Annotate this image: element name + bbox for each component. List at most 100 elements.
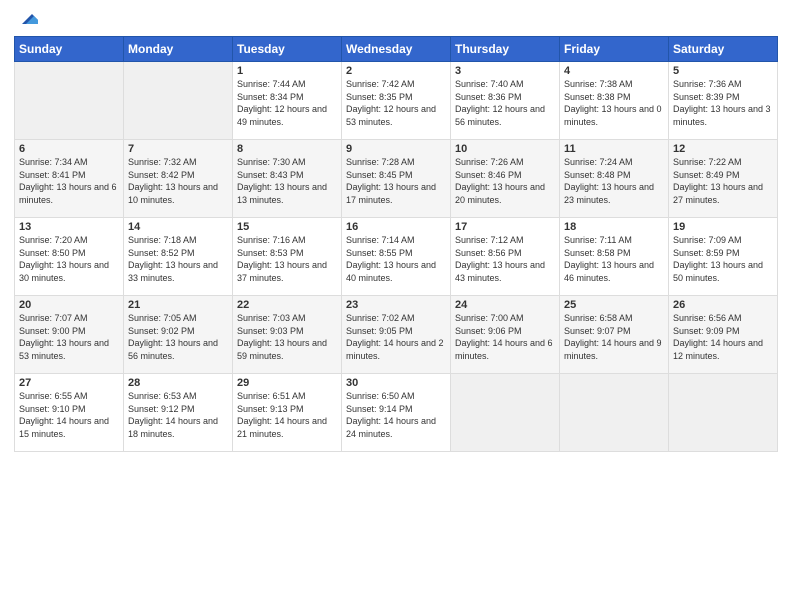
day-info: Sunrise: 7:07 AMSunset: 9:00 PMDaylight:… xyxy=(19,312,119,362)
day-number: 22 xyxy=(237,299,337,311)
day-info: Sunrise: 7:11 AMSunset: 8:58 PMDaylight:… xyxy=(564,234,664,284)
day-cell: 10Sunrise: 7:26 AMSunset: 8:46 PMDayligh… xyxy=(451,140,560,218)
day-info: Sunrise: 7:20 AMSunset: 8:50 PMDaylight:… xyxy=(19,234,119,284)
day-info: Sunrise: 7:12 AMSunset: 8:56 PMDaylight:… xyxy=(455,234,555,284)
day-number: 21 xyxy=(128,299,228,311)
day-info: Sunrise: 7:32 AMSunset: 8:42 PMDaylight:… xyxy=(128,156,228,206)
day-cell: 8Sunrise: 7:30 AMSunset: 8:43 PMDaylight… xyxy=(233,140,342,218)
day-info: Sunrise: 6:53 AMSunset: 9:12 PMDaylight:… xyxy=(128,390,228,440)
day-info: Sunrise: 7:26 AMSunset: 8:46 PMDaylight:… xyxy=(455,156,555,206)
day-cell: 24Sunrise: 7:00 AMSunset: 9:06 PMDayligh… xyxy=(451,296,560,374)
day-info: Sunrise: 7:36 AMSunset: 8:39 PMDaylight:… xyxy=(673,78,773,128)
day-info: Sunrise: 7:00 AMSunset: 9:06 PMDaylight:… xyxy=(455,312,555,362)
day-number: 10 xyxy=(455,143,555,155)
day-number: 17 xyxy=(455,221,555,233)
day-cell: 28Sunrise: 6:53 AMSunset: 9:12 PMDayligh… xyxy=(124,374,233,452)
day-number: 3 xyxy=(455,65,555,77)
weekday-header-friday: Friday xyxy=(560,37,669,62)
day-cell: 19Sunrise: 7:09 AMSunset: 8:59 PMDayligh… xyxy=(669,218,778,296)
weekday-header-thursday: Thursday xyxy=(451,37,560,62)
day-cell: 3Sunrise: 7:40 AMSunset: 8:36 PMDaylight… xyxy=(451,62,560,140)
day-cell xyxy=(560,374,669,452)
day-number: 5 xyxy=(673,65,773,77)
day-number: 6 xyxy=(19,143,119,155)
weekday-header-monday: Monday xyxy=(124,37,233,62)
page-header xyxy=(14,10,778,28)
day-info: Sunrise: 7:18 AMSunset: 8:52 PMDaylight:… xyxy=(128,234,228,284)
day-number: 9 xyxy=(346,143,446,155)
day-number: 29 xyxy=(237,377,337,389)
day-info: Sunrise: 7:28 AMSunset: 8:45 PMDaylight:… xyxy=(346,156,446,206)
day-info: Sunrise: 7:24 AMSunset: 8:48 PMDaylight:… xyxy=(564,156,664,206)
day-cell: 4Sunrise: 7:38 AMSunset: 8:38 PMDaylight… xyxy=(560,62,669,140)
day-cell xyxy=(15,62,124,140)
day-cell: 5Sunrise: 7:36 AMSunset: 8:39 PMDaylight… xyxy=(669,62,778,140)
day-cell: 1Sunrise: 7:44 AMSunset: 8:34 PMDaylight… xyxy=(233,62,342,140)
day-cell: 9Sunrise: 7:28 AMSunset: 8:45 PMDaylight… xyxy=(342,140,451,218)
day-number: 12 xyxy=(673,143,773,155)
week-row-2: 6Sunrise: 7:34 AMSunset: 8:41 PMDaylight… xyxy=(15,140,778,218)
day-cell: 17Sunrise: 7:12 AMSunset: 8:56 PMDayligh… xyxy=(451,218,560,296)
day-number: 1 xyxy=(237,65,337,77)
day-number: 24 xyxy=(455,299,555,311)
day-cell: 7Sunrise: 7:32 AMSunset: 8:42 PMDaylight… xyxy=(124,140,233,218)
weekday-header-sunday: Sunday xyxy=(15,37,124,62)
week-row-5: 27Sunrise: 6:55 AMSunset: 9:10 PMDayligh… xyxy=(15,374,778,452)
day-cell: 15Sunrise: 7:16 AMSunset: 8:53 PMDayligh… xyxy=(233,218,342,296)
day-info: Sunrise: 7:42 AMSunset: 8:35 PMDaylight:… xyxy=(346,78,446,128)
day-cell xyxy=(451,374,560,452)
day-number: 30 xyxy=(346,377,446,389)
day-cell: 12Sunrise: 7:22 AMSunset: 8:49 PMDayligh… xyxy=(669,140,778,218)
day-number: 16 xyxy=(346,221,446,233)
day-cell: 6Sunrise: 7:34 AMSunset: 8:41 PMDaylight… xyxy=(15,140,124,218)
day-cell xyxy=(124,62,233,140)
day-number: 11 xyxy=(564,143,664,155)
day-number: 23 xyxy=(346,299,446,311)
day-cell xyxy=(669,374,778,452)
day-number: 18 xyxy=(564,221,664,233)
day-number: 14 xyxy=(128,221,228,233)
day-number: 13 xyxy=(19,221,119,233)
day-info: Sunrise: 7:30 AMSunset: 8:43 PMDaylight:… xyxy=(237,156,337,206)
day-cell: 2Sunrise: 7:42 AMSunset: 8:35 PMDaylight… xyxy=(342,62,451,140)
day-cell: 11Sunrise: 7:24 AMSunset: 8:48 PMDayligh… xyxy=(560,140,669,218)
day-cell: 13Sunrise: 7:20 AMSunset: 8:50 PMDayligh… xyxy=(15,218,124,296)
day-number: 7 xyxy=(128,143,228,155)
day-cell: 27Sunrise: 6:55 AMSunset: 9:10 PMDayligh… xyxy=(15,374,124,452)
day-number: 20 xyxy=(19,299,119,311)
day-info: Sunrise: 7:34 AMSunset: 8:41 PMDaylight:… xyxy=(19,156,119,206)
day-cell: 23Sunrise: 7:02 AMSunset: 9:05 PMDayligh… xyxy=(342,296,451,374)
day-number: 26 xyxy=(673,299,773,311)
day-cell: 26Sunrise: 6:56 AMSunset: 9:09 PMDayligh… xyxy=(669,296,778,374)
day-number: 25 xyxy=(564,299,664,311)
day-info: Sunrise: 6:50 AMSunset: 9:14 PMDaylight:… xyxy=(346,390,446,440)
day-info: Sunrise: 7:03 AMSunset: 9:03 PMDaylight:… xyxy=(237,312,337,362)
weekday-header-wednesday: Wednesday xyxy=(342,37,451,62)
day-cell: 21Sunrise: 7:05 AMSunset: 9:02 PMDayligh… xyxy=(124,296,233,374)
logo xyxy=(14,10,38,28)
day-cell: 29Sunrise: 6:51 AMSunset: 9:13 PMDayligh… xyxy=(233,374,342,452)
day-info: Sunrise: 7:14 AMSunset: 8:55 PMDaylight:… xyxy=(346,234,446,284)
day-info: Sunrise: 7:40 AMSunset: 8:36 PMDaylight:… xyxy=(455,78,555,128)
day-cell: 20Sunrise: 7:07 AMSunset: 9:00 PMDayligh… xyxy=(15,296,124,374)
day-info: Sunrise: 7:38 AMSunset: 8:38 PMDaylight:… xyxy=(564,78,664,128)
day-cell: 18Sunrise: 7:11 AMSunset: 8:58 PMDayligh… xyxy=(560,218,669,296)
week-row-1: 1Sunrise: 7:44 AMSunset: 8:34 PMDaylight… xyxy=(15,62,778,140)
weekday-header-row: SundayMondayTuesdayWednesdayThursdayFrid… xyxy=(15,37,778,62)
day-number: 27 xyxy=(19,377,119,389)
day-cell: 14Sunrise: 7:18 AMSunset: 8:52 PMDayligh… xyxy=(124,218,233,296)
day-info: Sunrise: 7:02 AMSunset: 9:05 PMDaylight:… xyxy=(346,312,446,362)
logo-icon xyxy=(16,10,38,28)
day-cell: 22Sunrise: 7:03 AMSunset: 9:03 PMDayligh… xyxy=(233,296,342,374)
day-info: Sunrise: 7:05 AMSunset: 9:02 PMDaylight:… xyxy=(128,312,228,362)
week-row-4: 20Sunrise: 7:07 AMSunset: 9:00 PMDayligh… xyxy=(15,296,778,374)
day-cell: 25Sunrise: 6:58 AMSunset: 9:07 PMDayligh… xyxy=(560,296,669,374)
day-number: 8 xyxy=(237,143,337,155)
day-info: Sunrise: 7:44 AMSunset: 8:34 PMDaylight:… xyxy=(237,78,337,128)
weekday-header-tuesday: Tuesday xyxy=(233,37,342,62)
day-number: 28 xyxy=(128,377,228,389)
day-info: Sunrise: 6:51 AMSunset: 9:13 PMDaylight:… xyxy=(237,390,337,440)
calendar-table: SundayMondayTuesdayWednesdayThursdayFrid… xyxy=(14,36,778,452)
day-info: Sunrise: 7:09 AMSunset: 8:59 PMDaylight:… xyxy=(673,234,773,284)
day-number: 4 xyxy=(564,65,664,77)
